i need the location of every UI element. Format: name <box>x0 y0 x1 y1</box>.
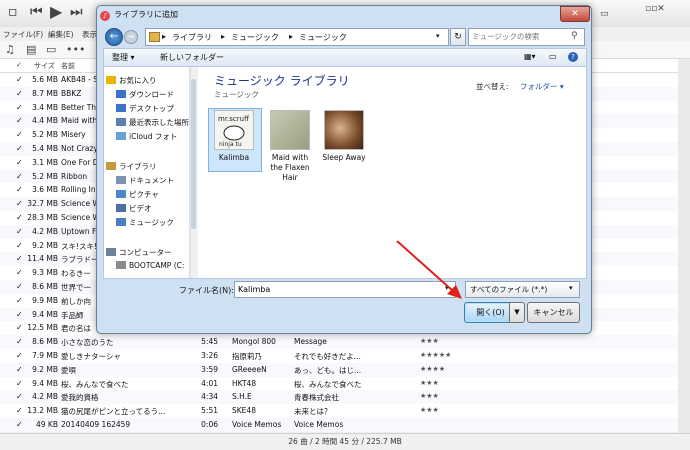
annotation-arrow <box>396 240 462 299</box>
